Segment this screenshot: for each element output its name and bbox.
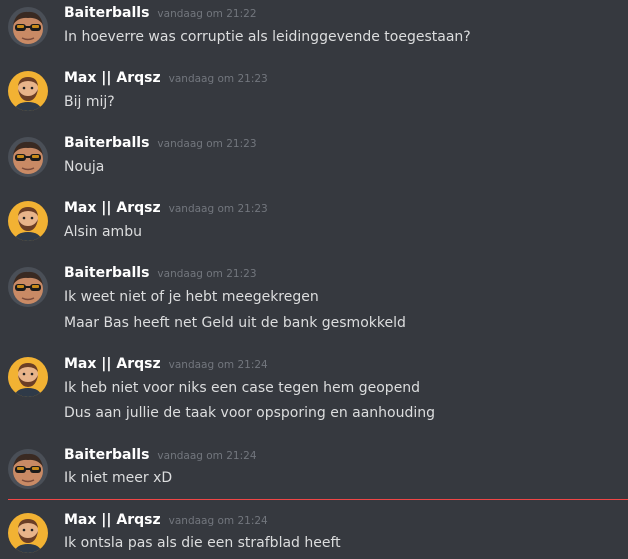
message-text: Ik ontsla pas als die een strafblad heef…: [64, 535, 341, 551]
message-timestamp: vandaag om 21:23: [157, 268, 257, 280]
message-text: Alsin ambu: [64, 224, 142, 240]
sunglasses-man-avatar-icon[interactable]: [8, 137, 48, 177]
message-timestamp: vandaag om 21:23: [168, 73, 268, 85]
message-author[interactable]: Baiterballs: [64, 5, 149, 21]
message-text: Maar Bas heeft net Geld uit de bank gesm…: [64, 315, 406, 331]
sunglasses-man-avatar-icon[interactable]: [8, 449, 48, 489]
message-text: Ik niet meer xD: [64, 470, 173, 486]
chat-message-list: Baiterballs vandaag om 21:22 In hoeverre…: [0, 0, 628, 559]
message-author[interactable]: Baiterballs: [64, 135, 149, 151]
sunglasses-man-avatar-icon[interactable]: [8, 7, 48, 47]
new-messages-divider: [8, 499, 628, 500]
bearded-man-avatar-icon[interactable]: [8, 71, 48, 111]
message-timestamp: vandaag om 21:24: [168, 359, 268, 371]
message-author[interactable]: Max || Arqsz: [64, 356, 161, 372]
message-text: In hoeverre was corruptie als leidinggev…: [64, 29, 471, 45]
bearded-man-avatar-icon[interactable]: [8, 513, 48, 553]
message-text: Ik weet niet of je hebt meegekregen: [64, 289, 319, 305]
message-timestamp: vandaag om 21:24: [157, 450, 257, 462]
message-text: Nouja: [64, 159, 105, 175]
message-author[interactable]: Max || Arqsz: [64, 70, 161, 86]
message-timestamp: vandaag om 21:23: [157, 138, 257, 150]
message-author[interactable]: Baiterballs: [64, 447, 149, 463]
message-author[interactable]: Max || Arqsz: [64, 512, 161, 528]
message-author[interactable]: Baiterballs: [64, 265, 149, 281]
message-text: Ik heb niet voor niks een case tegen hem…: [64, 380, 421, 396]
bearded-man-avatar-icon[interactable]: [8, 357, 48, 397]
message-author[interactable]: Max || Arqsz: [64, 200, 161, 216]
message-timestamp: vandaag om 21:23: [168, 203, 268, 215]
bearded-man-avatar-icon[interactable]: [8, 201, 48, 241]
message-timestamp: vandaag om 21:22: [157, 8, 257, 20]
sunglasses-man-avatar-icon[interactable]: [8, 267, 48, 307]
message-timestamp: vandaag om 21:24: [168, 515, 268, 527]
message-text: Dus aan jullie de taak voor opsporing en…: [64, 405, 436, 421]
message-text: Bij mij?: [64, 94, 115, 110]
